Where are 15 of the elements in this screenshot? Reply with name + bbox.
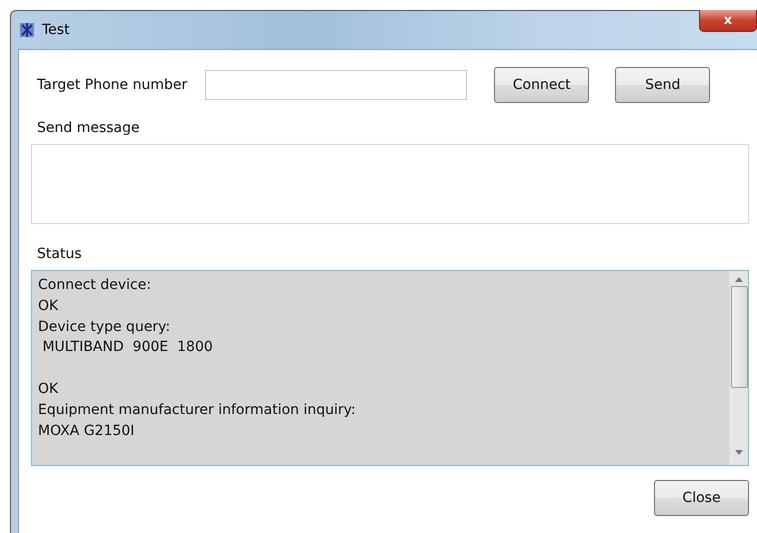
send-message-label: Send message [37,120,141,136]
scroll-down-arrow-icon[interactable] [735,450,743,455]
close-dialog-button[interactable]: Close [654,480,749,516]
window-title: Test [42,22,70,38]
app-icon [18,21,36,39]
status-label: Status [37,246,83,262]
message-field[interactable] [31,144,749,224]
send-button[interactable]: Send [615,67,710,103]
connect-button[interactable]: Connect [494,67,590,103]
window-close-button[interactable]: x [699,10,757,32]
phone-number-field[interactable] [205,70,468,100]
status-log: Connect device: OK Device type query: MULTIBAND 900E 1800 OK Equipment manufacturer information inquiry: MOXA G2150I [37,276,357,441]
scroll-up-arrow-icon[interactable] [735,277,743,282]
scrollbar[interactable] [729,271,748,465]
phone-number-label: Target Phone number [37,77,188,93]
